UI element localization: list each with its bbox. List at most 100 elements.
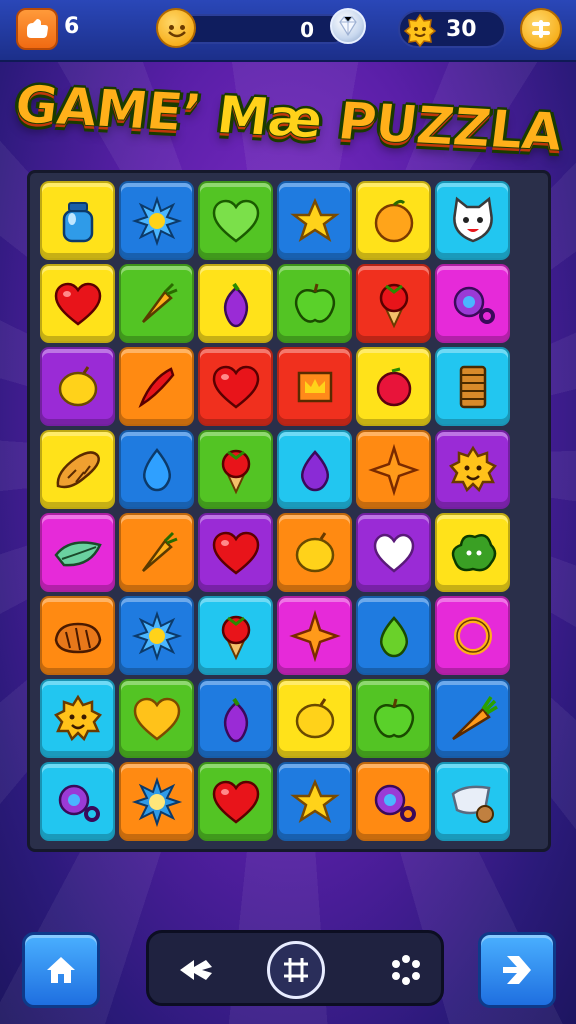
star-orange-icon [367,443,420,496]
apple-green-icon [373,698,414,738]
tile-r3-c2[interactable] [119,347,194,426]
home-button[interactable] [22,932,100,1008]
thumb-icon [27,19,48,38]
tile-r1-c2[interactable] [119,181,194,260]
top-bar: 6 0 30 [0,0,576,62]
apple-green-icon [294,283,335,323]
rewind-button[interactable] [165,939,227,1001]
sun-icon [131,195,182,246]
lemon-icon [295,697,334,738]
carrot-icon [141,282,178,323]
tile-r8-c6[interactable] [435,762,510,841]
menu-button[interactable] [520,8,562,50]
tile-r1-c3[interactable] [198,181,273,260]
tile-r7-c2[interactable] [119,679,194,758]
tile-r1-c6[interactable] [435,181,510,260]
next-button[interactable] [478,932,556,1008]
tile-r7-c1[interactable] [40,679,115,758]
lives-button[interactable] [16,8,58,50]
tile-r2-c3[interactable] [198,264,273,343]
tile-r8-c2[interactable] [119,762,194,841]
carrot-big-icon [451,695,498,740]
orange-icon [374,199,413,242]
title-part-2: Mæ [196,84,342,152]
tile-r6-c6[interactable] [435,596,510,675]
heart-red-icon [212,780,259,824]
tile-r1-c5[interactable] [356,181,431,260]
heart-green-icon [212,199,259,243]
tile-r5-c2[interactable] [119,513,194,592]
crown-box-icon [297,371,332,402]
strawberry-icon [221,615,250,660]
tools-bar [146,930,444,1006]
tile-r4-c3[interactable] [198,430,273,509]
strawberry-icon [379,283,408,328]
title-part-3: PUZZLA [334,91,565,164]
gold-badge-icon [403,13,437,48]
tile-r7-c6[interactable] [435,679,510,758]
tile-r6-c5[interactable] [356,596,431,675]
star-icon [289,778,340,823]
tile-r3-c4[interactable] [277,347,352,426]
eggplant-icon [223,282,248,327]
tile-r8-c5[interactable] [356,762,431,841]
tile-r6-c4[interactable] [277,596,352,675]
tile-r2-c1[interactable] [40,264,115,343]
tile-r8-c3[interactable] [198,762,273,841]
sun-face-icon [53,694,102,741]
tile-r5-c5[interactable] [356,513,431,592]
tile-r3-c6[interactable] [435,347,510,426]
tile-r7-c5[interactable] [356,679,431,758]
tile-r5-c6[interactable] [435,513,510,592]
tile-r6-c2[interactable] [119,596,194,675]
pepper-icon [137,366,174,408]
tile-r1-c1[interactable] [40,181,115,260]
progress-bar: 0 [176,14,348,44]
diamond-gem-icon [330,8,366,44]
tile-r8-c1[interactable] [40,762,115,841]
tile-r5-c3[interactable] [198,513,273,592]
tile-r4-c4[interactable] [277,430,352,509]
tile-r3-c5[interactable] [356,347,431,426]
tile-r7-c4[interactable] [277,679,352,758]
tile-r4-c6[interactable] [435,430,510,509]
ring-purple-icon [374,784,416,822]
tile-r6-c1[interactable] [40,596,115,675]
target-crosshair-icon [284,958,308,982]
tile-r5-c4[interactable] [277,513,352,592]
tile-r4-c5[interactable] [356,430,431,509]
tile-grid [38,179,512,843]
sun-face-icon [448,445,497,492]
tile-r2-c4[interactable] [277,264,352,343]
berry-icon [376,367,411,406]
drop-icon [142,447,171,491]
tile-r2-c5[interactable] [356,264,431,343]
carrot-icon [141,531,178,572]
drop-purple-icon [300,449,329,491]
smiley-coin-icon [156,8,196,48]
tile-r3-c1[interactable] [40,347,115,426]
tile-r8-c4[interactable] [277,762,352,841]
sun-blue-icon [131,776,182,827]
cat-icon [452,196,493,242]
heart-red-icon [212,365,259,409]
ring-purple-icon [453,286,495,324]
tile-r3-c3[interactable] [198,347,273,426]
sun-icon [131,610,182,661]
shuffle-button[interactable] [375,939,437,1001]
target-button[interactable] [265,939,327,1001]
bag-icon [451,785,494,823]
leaf-icon [53,540,102,566]
tile-r5-c1[interactable] [40,513,115,592]
star-counter: 30 [398,10,506,48]
heart-red-icon [212,531,259,575]
lemon-icon [295,531,334,572]
tile-r4-c2[interactable] [119,430,194,509]
tile-r1-c4[interactable] [277,181,352,260]
tile-r2-c2[interactable] [119,264,194,343]
tile-r6-c3[interactable] [198,596,273,675]
tile-r4-c1[interactable] [40,430,115,509]
grid-menu-icon [532,20,550,38]
tile-r2-c6[interactable] [435,264,510,343]
tile-r7-c3[interactable] [198,679,273,758]
